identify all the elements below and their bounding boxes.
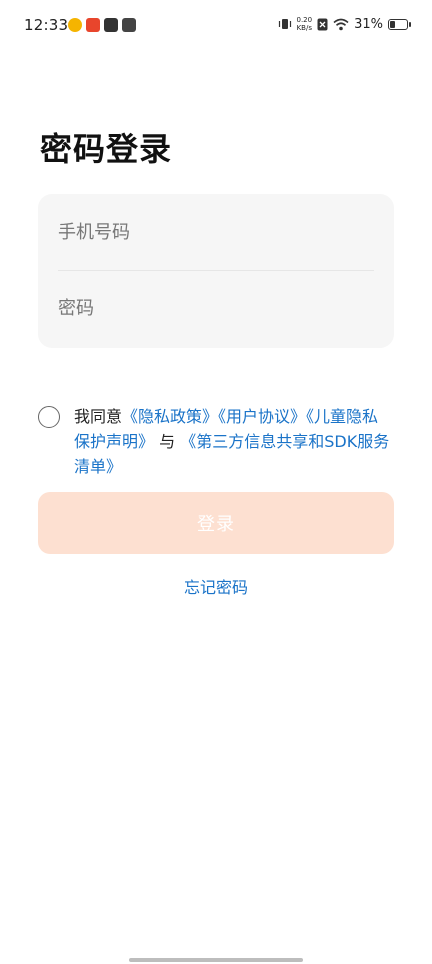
phone-input[interactable]	[58, 221, 374, 243]
login-form-card	[38, 194, 394, 348]
agree-prefix: 我同意	[74, 407, 123, 426]
agreement-text: 我同意《隐私政策》《用户协议》《儿童隐私保护声明》 与 《第三方信息共享和SDK…	[74, 404, 394, 479]
status-time: 12:33	[24, 16, 69, 34]
news-icon	[86, 18, 100, 32]
forgot-password-link[interactable]: 忘记密码	[0, 574, 432, 598]
agree-radio[interactable]	[38, 406, 60, 428]
privacy-policy-link[interactable]: 《隐私政策》	[122, 407, 218, 426]
no-sim-icon	[317, 18, 328, 30]
battery-percent: 31%	[354, 16, 383, 32]
network-speed: 0.20 KB/s	[297, 16, 313, 32]
login-button[interactable]: 登录	[38, 492, 394, 554]
agree-conj: 与	[159, 432, 176, 451]
network-speed-unit: KB/s	[296, 24, 312, 32]
battery-fill	[390, 20, 395, 28]
network-speed-value: 0.20	[296, 16, 313, 24]
user-agreement-link[interactable]: 《用户协议》	[218, 407, 306, 426]
status-bar: 12:33 0.20 KB/s 31%	[0, 0, 432, 52]
battery-icon	[388, 18, 411, 30]
password-input[interactable]	[58, 297, 374, 319]
link-app-icon	[104, 18, 118, 32]
mail-app-icon	[122, 18, 136, 32]
notification-icons	[68, 18, 136, 32]
password-row	[58, 270, 374, 346]
wifi-icon	[333, 18, 349, 30]
weibo-icon	[68, 18, 82, 32]
vibrate-icon	[278, 19, 291, 29]
status-right: 0.20 KB/s 31%	[278, 16, 411, 32]
phone-row	[58, 194, 374, 270]
home-indicator[interactable]	[129, 958, 303, 962]
page-title: 密码登录	[40, 130, 173, 168]
agreement-row: 我同意《隐私政策》《用户协议》《儿童隐私保护声明》 与 《第三方信息共享和SDK…	[38, 404, 394, 479]
